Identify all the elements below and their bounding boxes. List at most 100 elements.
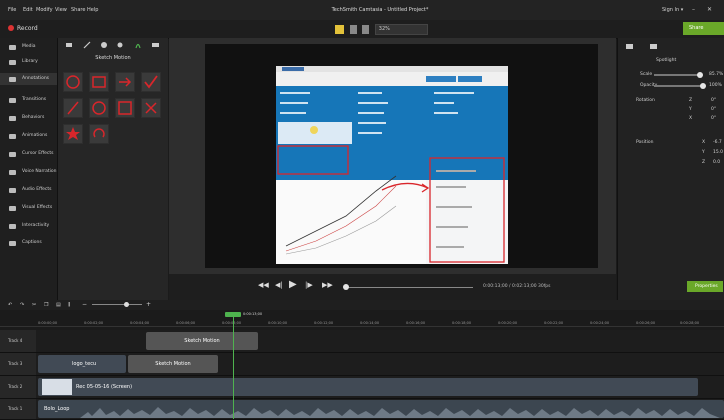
sidebar-item-audio-effects[interactable]: Audio Effects [0, 184, 57, 196]
scrub-knob[interactable] [343, 284, 349, 290]
media-icon [9, 45, 16, 50]
sidebar-item-library[interactable]: Library [0, 56, 57, 68]
sketch-arrow[interactable] [115, 72, 135, 92]
properties-button[interactable]: Properties [687, 281, 723, 292]
forward-icon[interactable]: ▶▶ [322, 281, 333, 289]
undo-icon[interactable]: ↶ [8, 302, 12, 308]
callout-tab-icon[interactable] [66, 43, 72, 47]
sidebar-item-media[interactable]: Media [0, 41, 57, 53]
sketch-star[interactable] [63, 124, 83, 144]
opacity-knob[interactable] [700, 83, 706, 89]
zoom-select[interactable]: 32% [374, 24, 428, 35]
sketch-motion-clip[interactable]: Sketch Motion [146, 332, 258, 350]
sidebar-item-annotations[interactable]: Annotations [0, 73, 57, 85]
menu-share[interactable]: Share [71, 7, 85, 13]
menu-modify[interactable]: Modify [36, 7, 53, 13]
menu-file[interactable]: File [8, 7, 16, 13]
tick-label: 0:00:16;00 [406, 321, 426, 325]
rotation-y-value[interactable]: 0° [711, 107, 716, 112]
step-forward-icon[interactable]: |▶ [305, 281, 313, 289]
zoom-out-icon[interactable]: − [82, 301, 87, 308]
sketch-motion-tab-icon[interactable] [135, 43, 141, 49]
blur-tab-icon[interactable] [117, 42, 123, 48]
rotation-y-label: Y [689, 107, 692, 112]
sketch-loop[interactable] [89, 124, 109, 144]
panel-title: Sketch Motion [95, 55, 131, 61]
sketch-checkmark[interactable] [141, 72, 161, 92]
pan-tool-icon[interactable] [349, 25, 357, 34]
recorded-screen-media[interactable] [276, 66, 508, 264]
split-icon[interactable]: ⫼ [68, 302, 70, 308]
sidebar-item-voice-narration[interactable]: Voice Narration [0, 166, 57, 178]
menu-view[interactable]: View [55, 7, 67, 13]
window-title: TechSmith Camtasia - Untitled Project* [331, 7, 429, 13]
cut-icon[interactable]: ✂ [32, 302, 36, 308]
sketch-rectangle[interactable] [89, 72, 109, 92]
logo-clip[interactable]: logo_tecu [38, 355, 126, 373]
position-z-label: Z [702, 160, 706, 165]
sidebar-item-animations[interactable]: Animations [0, 130, 57, 142]
sketch-circle-2[interactable] [89, 98, 109, 118]
opacity-slider[interactable] [654, 85, 702, 87]
tick-label: 0:00:28;00 [680, 321, 700, 325]
shape-tab-icon[interactable] [101, 42, 107, 48]
share-button[interactable]: Share [683, 22, 724, 35]
media-props-tab-icon[interactable] [650, 44, 657, 49]
close-icon[interactable]: ✕ [707, 6, 712, 13]
crop-tool-icon[interactable] [362, 25, 370, 34]
playhead-line[interactable] [233, 313, 234, 419]
sidebar-item-behaviors[interactable]: Behaviors [0, 112, 57, 124]
sidebar-item-cursor-effects[interactable]: Cursor Effects [0, 148, 57, 160]
rotation-z-value[interactable]: 0° [711, 98, 716, 103]
arrow-tab-icon[interactable] [83, 41, 91, 49]
keystroke-tab-icon[interactable] [152, 43, 159, 47]
timeline-zoom-slider[interactable] [92, 304, 142, 305]
step-back-icon[interactable]: ◀| [275, 281, 283, 289]
redo-icon[interactable]: ↷ [20, 302, 24, 308]
track-header[interactable]: Track 4 [0, 330, 36, 352]
sketch-circle[interactable] [63, 72, 83, 92]
rotation-x-value[interactable]: 0° [711, 116, 716, 121]
screen-recording-clip[interactable]: Rec 05-05-16 (Screen) [38, 378, 698, 396]
menu-help[interactable]: Help [87, 7, 98, 13]
track-header[interactable]: Track 3 [0, 353, 36, 375]
minimize-icon[interactable]: – [692, 6, 695, 13]
sketch-line[interactable] [63, 98, 83, 118]
transitions-icon [9, 98, 16, 103]
track-row[interactable]: Track 4 [0, 330, 724, 353]
scrub-track[interactable] [345, 287, 473, 288]
position-label: Position [636, 140, 654, 145]
sketch-x-mark[interactable] [141, 98, 161, 118]
scale-value[interactable]: 85.7% [709, 72, 723, 77]
sketch-square[interactable] [115, 98, 135, 118]
sketch-motion-clip-2[interactable]: Sketch Motion [128, 355, 218, 373]
play-icon[interactable]: ▶ [289, 279, 297, 290]
position-z-value[interactable]: 0.0 [713, 160, 720, 165]
paste-icon[interactable]: ▤ [56, 302, 61, 308]
timeline-zoom-knob[interactable] [124, 302, 129, 307]
menu-edit[interactable]: Edit [23, 7, 33, 13]
rewind-icon[interactable]: ◀◀ [258, 281, 269, 289]
sidebar-item-transitions[interactable]: Transitions [0, 94, 57, 106]
position-x-value[interactable]: -6.7 [713, 140, 722, 145]
sidebar-item-interactivity[interactable]: Interactivity [0, 220, 57, 232]
audio-waveform [80, 407, 720, 418]
sign-in-link[interactable]: Sign In ▾ [662, 7, 683, 13]
zoom-in-icon[interactable]: + [146, 301, 151, 308]
properties-panel: Spotlight Scale 85.7% Opacity 100% Rotat… [617, 38, 724, 300]
position-y-label: Y [702, 150, 705, 155]
copy-icon[interactable]: ❐ [44, 302, 48, 308]
record-button[interactable]: Record [8, 25, 38, 32]
opacity-value[interactable]: 100% [709, 83, 722, 88]
select-tool-icon[interactable] [335, 25, 344, 34]
sidebar-item-visual-effects[interactable]: Visual Effects [0, 202, 57, 214]
track-header[interactable]: Track 1 [0, 399, 36, 419]
position-y-value[interactable]: 15.0 [713, 150, 723, 155]
visual-props-tab-icon[interactable] [626, 44, 633, 49]
scale-slider[interactable] [654, 74, 702, 76]
track-header[interactable]: Track 2 [0, 376, 36, 398]
library-icon [9, 60, 16, 65]
scale-knob[interactable] [697, 72, 703, 78]
sidebar-item-captions[interactable]: Captions [0, 237, 57, 249]
playhead-handle[interactable] [225, 312, 241, 317]
